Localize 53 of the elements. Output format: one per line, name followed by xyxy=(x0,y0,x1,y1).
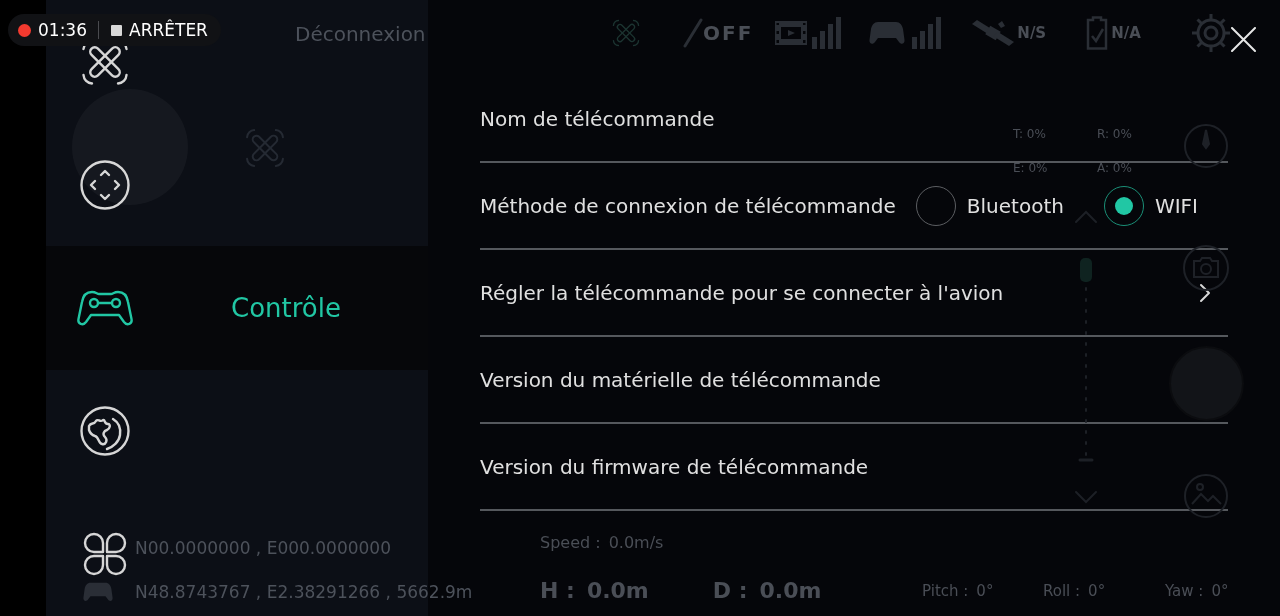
recording-time: 01:36 xyxy=(38,21,87,39)
radio-option[interactable]: Bluetooth xyxy=(915,185,1064,226)
slash-icon xyxy=(683,18,703,48)
speed-label: Speed : xyxy=(540,532,601,554)
close-icon xyxy=(1231,27,1256,52)
distance-value: 0.0m xyxy=(759,577,822,605)
gps-status: N/S xyxy=(1017,25,1047,41)
drone-icon xyxy=(612,19,640,47)
distance-value: 0.0m xyxy=(586,577,649,605)
sidebar-item[interactable]: Contrôle xyxy=(46,246,428,370)
obstacle-status: OFF xyxy=(703,23,754,43)
stick-value: A: 0% xyxy=(1097,161,1132,175)
radio-option[interactable]: WIFI xyxy=(1103,185,1198,226)
stick-value: R: 0% xyxy=(1097,127,1132,141)
gallery-icon xyxy=(1184,474,1228,518)
stop-icon xyxy=(111,24,122,36)
attitude-label: Pitch : xyxy=(922,581,969,601)
attitude-value: 0° xyxy=(976,581,994,601)
four-rotor-icon xyxy=(83,532,127,577)
stick-value: E: 0% xyxy=(1013,161,1049,175)
stop-button[interactable]: ARRÊTER xyxy=(111,21,208,39)
gamepad-icon xyxy=(77,289,133,327)
film-icon xyxy=(775,21,808,45)
drone-icon xyxy=(245,128,285,168)
speed-value: 0.0m/s xyxy=(608,532,664,554)
coordinates-text: N00.0000000 , E000.0000000 xyxy=(135,537,391,560)
attitude-label: Yaw : xyxy=(1165,581,1204,601)
battery-icon xyxy=(1086,16,1109,50)
stick-value: T: 0% xyxy=(1013,127,1047,141)
close-button[interactable] xyxy=(1231,27,1256,52)
attitude-value: 0° xyxy=(1211,581,1229,601)
attitude-value: 0° xyxy=(1088,581,1106,601)
settings-icon xyxy=(1190,13,1231,53)
camera-icon xyxy=(1183,245,1229,291)
setting-label: Nom de télécommande xyxy=(480,105,715,133)
chevron-right-icon xyxy=(1199,282,1211,303)
globe-icon xyxy=(80,406,130,457)
setting-label: Méthode de connexion de télécommande xyxy=(480,192,896,220)
gamepad-icon xyxy=(869,21,906,45)
setting-label: Version du matérielle de télécommande xyxy=(480,366,881,394)
distance-label: H : xyxy=(540,577,575,605)
battery-status: N/A xyxy=(1111,25,1141,41)
attitude-label: Roll : xyxy=(1043,581,1081,601)
connection-status: Déconnexion xyxy=(295,21,426,48)
satellite-icon xyxy=(971,18,1016,48)
direction-pad-icon xyxy=(80,159,130,210)
gamepad-icon xyxy=(83,582,113,602)
distance-label: D : xyxy=(712,577,748,605)
signal-bars-icon xyxy=(911,17,942,49)
compass-icon xyxy=(1184,124,1228,168)
setting-label: Version du firmware de télécommande xyxy=(480,453,869,481)
coordinates-text: N48.8743767 , E2.38291266 , 5662.9m xyxy=(135,581,473,604)
signal-bars-icon xyxy=(811,17,842,49)
